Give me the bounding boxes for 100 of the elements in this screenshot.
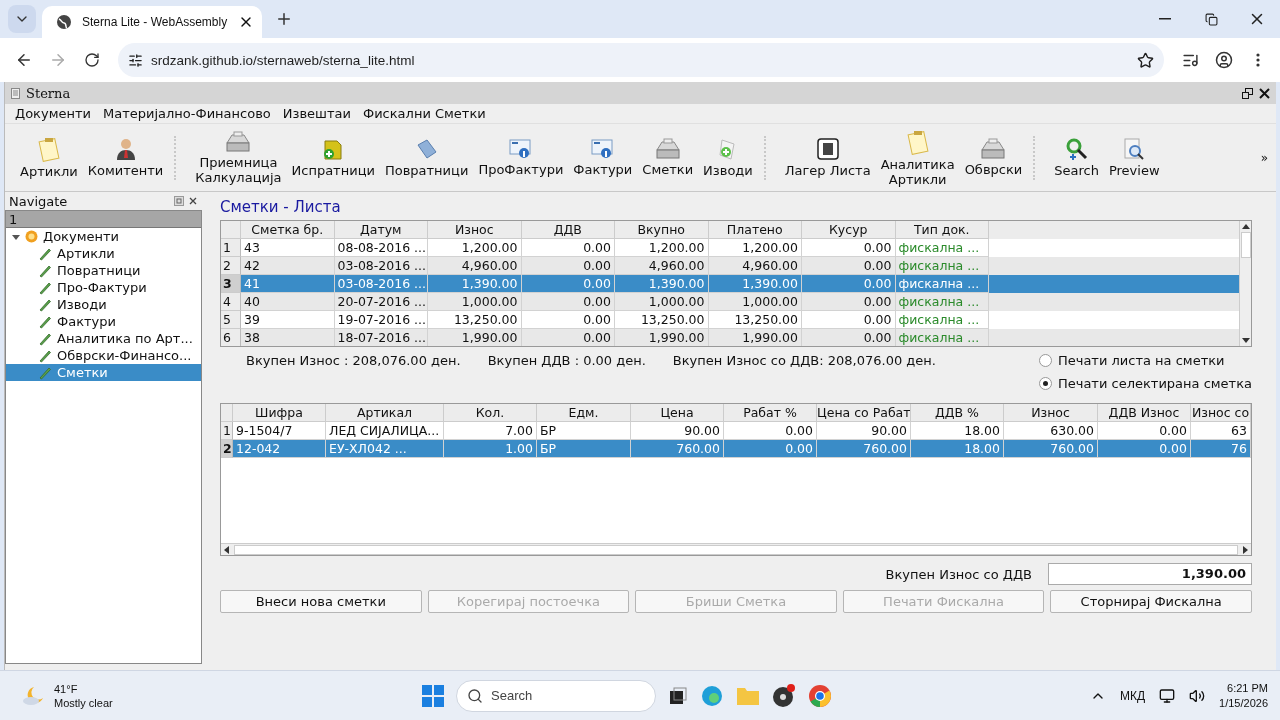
cash-register-icon <box>224 130 253 153</box>
table-row[interactable]: 4 40 20-07-2016 ... 1,000.00 0.00 1,000.00 1,000.00 0.00 фискална ... <box>221 293 1239 311</box>
toolbar-button[interactable]: Фактури <box>568 126 638 189</box>
toolbar-button[interactable]: Артикли <box>15 126 83 189</box>
tree-item[interactable]: Артикли <box>6 245 201 262</box>
cash-register-icon <box>653 138 682 160</box>
toolbar-button[interactable]: Preview <box>1103 126 1165 189</box>
radio-option[interactable]: Печати листа на сметки <box>1038 353 1252 368</box>
tree-item[interactable]: Аналитика по Арт... <box>6 330 201 347</box>
menu-item[interactable]: Фискални Сметки <box>359 106 490 121</box>
close-icon[interactable] <box>1259 87 1270 99</box>
moon-cloud-icon <box>22 684 46 707</box>
panel-title: Navigate <box>9 193 69 209</box>
toolbar-button[interactable]: Search <box>1049 126 1104 189</box>
tree-item[interactable]: Изводи <box>6 296 201 313</box>
table-cell: 760.00 <box>817 440 911 458</box>
table-cell: 76 <box>1191 440 1251 458</box>
table-row[interactable]: 2 12-042 ЕУ-ХЛ042 ... 1.00 БР 760.00 0.00 760.00 18.00 760.00 0.00 76 <box>221 440 1251 458</box>
table-row[interactable]: 1 9-1504/7 ЛЕД СИЈАЛИЦА... 7.00 БР 90.00 0.00 90.00 18.00 630.00 0.00 63 <box>221 422 1251 440</box>
toolbar-overflow[interactable]: » <box>1260 150 1272 165</box>
table-cell: 1,990.00 <box>615 329 709 346</box>
address-bar[interactable]: srdzank.github.io/sternaweb/sterna_lite.html <box>118 43 1164 77</box>
tree-item[interactable]: Сметки <box>6 364 201 381</box>
volume-icon[interactable] <box>1189 687 1206 704</box>
toolbar-button[interactable]: Приемница Калкулација <box>190 126 287 189</box>
row-number: 3 <box>221 275 241 293</box>
network-icon[interactable] <box>1159 687 1176 704</box>
table-row[interactable]: 6 38 18-07-2016 ... 1,990.00 0.00 1,990.00 1,990.00 0.00 фискална ... <box>221 329 1239 346</box>
action-button[interactable]: Сторнирај Фискална <box>1050 590 1252 613</box>
float-icon[interactable] <box>174 196 184 206</box>
toolbar-button[interactable]: ПроФактури <box>473 126 569 189</box>
table-row[interactable]: 2 42 03-08-2016 ... 4,960.00 0.00 4,960.00 4,960.00 0.00 фискална ... <box>221 257 1239 275</box>
restore-icon[interactable] <box>1242 87 1253 99</box>
chrome-icon[interactable] <box>808 683 832 708</box>
site-info-icon[interactable] <box>128 52 143 68</box>
tree-item[interactable]: Документи <box>6 228 201 245</box>
tab-title: Sterna Lite - WebAssembly <box>82 15 228 29</box>
menu-item[interactable]: Извештаи <box>278 106 355 121</box>
start-icon[interactable] <box>422 684 444 707</box>
tree-item[interactable]: Про-Фактури <box>6 279 201 296</box>
table-row[interactable]: 3 41 03-08-2016 ... 1,390.00 0.00 1,390.00 1,390.00 0.00 фискална ... <box>221 275 1239 293</box>
page-heading: Сметки - Листа <box>220 197 342 218</box>
pen-icon <box>38 263 52 278</box>
tree-item[interactable]: Фактури <box>6 313 201 330</box>
table-cell: 1,990.00 <box>428 329 522 346</box>
tree-item[interactable]: Повратници <box>6 262 201 279</box>
table-cell: 1.00 <box>444 440 537 458</box>
reload-icon <box>84 52 100 68</box>
document-info-icon <box>507 138 534 160</box>
vertical-scrollbar[interactable] <box>1239 221 1251 346</box>
document-info-icon <box>589 138 616 160</box>
collapse-arrow-icon[interactable] <box>12 232 20 241</box>
toolbar-button[interactable]: Изводи <box>698 126 758 189</box>
radio-button[interactable] <box>1038 354 1052 367</box>
taskbar-search[interactable]: Search <box>456 679 656 712</box>
row-number: 2 <box>221 440 233 458</box>
pen-icon <box>38 365 52 380</box>
pen-icon <box>38 297 52 312</box>
toolbar-button[interactable]: Комитенти <box>82 126 169 189</box>
row-number: 2 <box>221 257 241 275</box>
close-icon[interactable] <box>188 196 198 206</box>
toolbar-button[interactable]: Лагер Листа <box>779 126 876 189</box>
action-button[interactable]: Внеси нова сметки <box>220 590 422 613</box>
scroll-up-icon[interactable] <box>1241 223 1250 230</box>
person-icon <box>114 137 137 161</box>
total-label: Вкупен Износ со ДДВ <box>885 566 1032 582</box>
browser-edge-icon[interactable] <box>700 683 724 708</box>
browser-tab[interactable]: Sterna Lite - WebAssembly <box>42 6 262 38</box>
scroll-thumb[interactable] <box>1240 232 1251 258</box>
table-cell: 18.00 <box>911 440 1004 458</box>
row-number: 4 <box>221 293 241 311</box>
clock[interactable]: 6:21 PM 1/15/2026 <box>1219 680 1268 711</box>
scroll-down-icon[interactable] <box>1241 337 1250 344</box>
task-view-icon[interactable] <box>668 685 688 706</box>
toolbar-button[interactable]: Сметки <box>637 126 699 189</box>
scroll-left-icon[interactable] <box>223 545 230 554</box>
toolbar-button[interactable]: Повратници <box>379 126 474 189</box>
tab-list-button[interactable] <box>8 5 36 33</box>
language-indicator[interactable]: МКД <box>1119 688 1146 703</box>
radio-button[interactable] <box>1038 377 1052 390</box>
scroll-right-icon[interactable] <box>1242 545 1249 554</box>
temperature: 41°F <box>54 681 79 696</box>
table-cell: 0.00 <box>1098 440 1191 458</box>
menu-item[interactable]: Документи <box>11 106 95 121</box>
pen-icon <box>38 331 52 346</box>
toolbar-button[interactable]: Испратници <box>286 126 380 189</box>
table-cell: ЕУ-ХЛ042 ... <box>326 440 444 458</box>
profile-icon <box>1215 51 1233 69</box>
table-cell: 0.00 <box>802 329 896 346</box>
table-cell: 38 <box>241 329 335 346</box>
tree-item[interactable]: Обврски-Финансо... <box>6 347 201 364</box>
table-cell: 760.00 <box>631 440 724 458</box>
table-cell: 0.00 <box>724 440 817 458</box>
toolbar-button[interactable]: Обврски <box>959 126 1028 189</box>
globe-icon <box>56 14 72 30</box>
menu-item[interactable]: Материјално-Финансово <box>99 106 275 121</box>
forward-arrow-icon <box>49 51 67 69</box>
toolbar-button[interactable]: Аналитика Артикли <box>875 126 960 189</box>
bookmark-star-icon[interactable] <box>1137 51 1154 69</box>
total-text: Вкупен ДДВ : 0.00 ден. <box>487 353 646 369</box>
